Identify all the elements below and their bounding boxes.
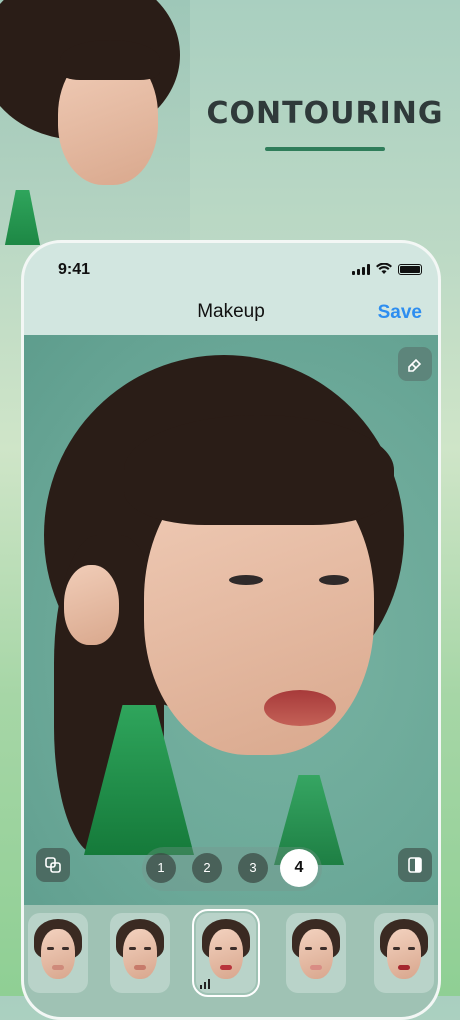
- status-bar: 9:41: [24, 243, 438, 295]
- step-2[interactable]: 2: [192, 853, 222, 883]
- nav-bar: Makeup Save: [24, 295, 438, 335]
- preset-item-selected[interactable]: [192, 909, 260, 997]
- wifi-icon: [376, 263, 392, 274]
- preset-item[interactable]: [110, 913, 170, 993]
- phone-frame: 9:41 Makeup Save 1 2 3 4: [21, 240, 441, 1020]
- eraser-icon: [408, 358, 422, 372]
- step-3[interactable]: 3: [238, 853, 268, 883]
- compare-button[interactable]: [398, 848, 432, 882]
- layers-button[interactable]: [36, 848, 70, 882]
- battery-icon: [398, 263, 422, 275]
- strength-icon: [200, 979, 210, 989]
- step-1[interactable]: 1: [146, 853, 176, 883]
- preset-item[interactable]: [286, 913, 346, 993]
- step-4[interactable]: 4: [280, 849, 318, 887]
- layers-icon: [45, 857, 61, 873]
- signal-icon: [352, 263, 370, 275]
- preset-strip: [24, 905, 438, 1017]
- status-time: 9:41: [58, 261, 91, 278]
- compare-icon: [408, 857, 422, 873]
- eraser-button[interactable]: [398, 347, 432, 381]
- photo-canvas[interactable]: 1 2 3 4: [24, 335, 438, 905]
- preset-item[interactable]: [374, 913, 434, 993]
- save-button[interactable]: Save: [372, 301, 428, 325]
- headline: CONTOURING: [206, 96, 444, 131]
- hero-photo: [0, 0, 190, 245]
- preset-item[interactable]: [28, 913, 88, 993]
- headline-underline: [265, 147, 385, 151]
